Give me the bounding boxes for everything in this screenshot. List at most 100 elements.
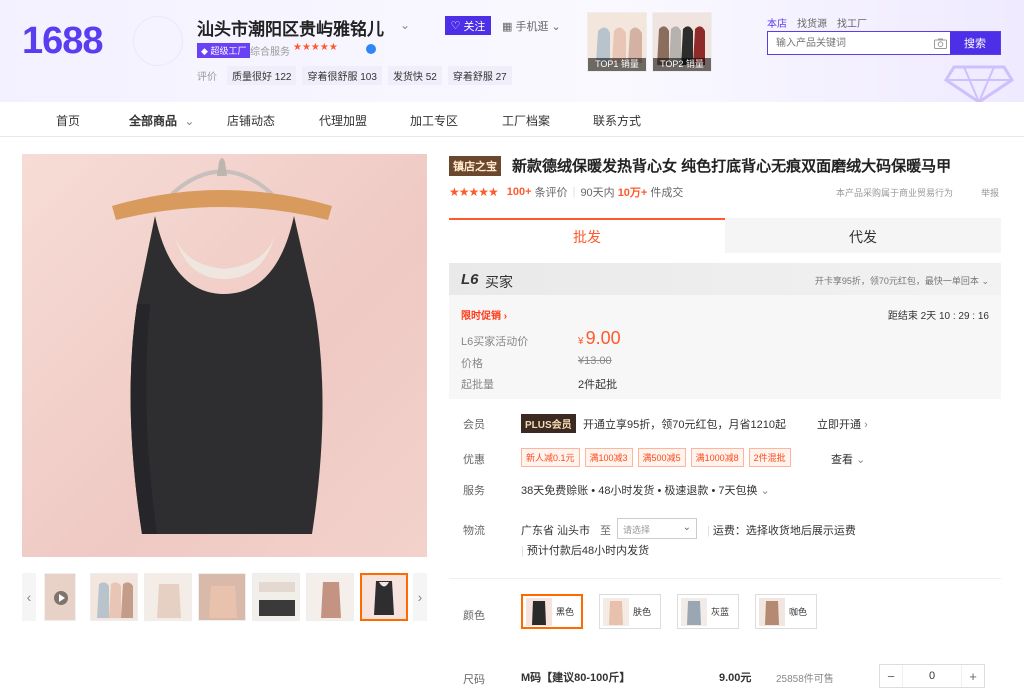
buyer-note: 本产品采购属于商业贸易行为: [836, 188, 954, 198]
quantity-value[interactable]: 0: [902, 665, 962, 687]
search-tab-factory[interactable]: 找工厂: [837, 15, 867, 30]
chevron-right-icon: ›: [503, 311, 508, 322]
logo[interactable]: 1688: [22, 20, 104, 63]
color-name: 咖色: [789, 607, 808, 617]
top-product-1[interactable]: TOP1 销量: [587, 12, 647, 72]
ship-note-text: 预计付款后48小时内发货: [526, 545, 650, 557]
color-option-black[interactable]: 黑色: [521, 594, 583, 629]
color-option-grey-blue[interactable]: 灰蓝: [677, 594, 739, 629]
see-coupons-link[interactable]: 查看 ⌄: [831, 451, 865, 467]
search-button[interactable]: 搜索: [950, 32, 1000, 54]
camera-icon[interactable]: [930, 32, 950, 54]
color-swatch: [603, 597, 629, 626]
shop-header: 1688 汕头市潮阳区贵屿雅铭儿 ⌄ ♡ 关注 ▦ 手机逛 ⌄ ◆ 超级工厂 综…: [0, 0, 1024, 102]
service-text[interactable]: 38天免费赊账 • 48小时发货 • 极速退款 • 7天包换 ⌄: [521, 482, 770, 498]
top-label: TOP1 销量: [588, 58, 646, 71]
thumbnail[interactable]: [252, 573, 300, 621]
buyer-level-text: 买家: [485, 274, 513, 290]
eval-chip[interactable]: 穿着舒服 27: [447, 66, 512, 85]
heart-icon: ♡: [450, 20, 461, 32]
color-option-coffee[interactable]: 咖色: [755, 594, 817, 629]
search-tab-shop[interactable]: 本店: [767, 15, 787, 30]
eval-chip[interactable]: 穿着很舒服 103: [302, 66, 382, 85]
chevron-right-icon: ›: [864, 419, 868, 431]
chevron-down-icon: ⌄: [551, 21, 561, 33]
countdown: 距结束 2天 10 : 29 : 16: [887, 311, 989, 322]
moq-value: 2件起批: [578, 379, 618, 391]
nav-contact[interactable]: 联系方式: [593, 112, 641, 129]
eval-label: 评价: [197, 72, 217, 83]
product-title: 新款德绒保暖发热背心女 纯色打底背心无痕双面磨绒大码保暖马甲: [512, 158, 952, 175]
ship-from: 广东省 汕头市: [521, 525, 591, 537]
search-tab-source[interactable]: 找货源: [797, 15, 827, 30]
nav-home[interactable]: 首页: [56, 112, 80, 129]
size-stock: 25858件可售: [776, 674, 834, 685]
report-link[interactable]: 举报: [981, 186, 999, 199]
region-select[interactable]: 请选择 ⌄: [617, 518, 697, 539]
coupon[interactable]: 2件混批: [748, 448, 791, 467]
coupon[interactable]: 满500减5: [637, 448, 686, 467]
member-text: 开通立享95折，领70元红包，月省1210起: [583, 419, 786, 431]
nav-factory-profile[interactable]: 工厂档案: [502, 112, 550, 129]
plus-member-badge: PLUS会员: [521, 414, 576, 433]
color-option-skin[interactable]: 肤色: [599, 594, 661, 629]
follow-button[interactable]: ♡ 关注: [445, 16, 491, 35]
see-label: 查看: [831, 454, 853, 466]
chevron-right-icon[interactable]: ›: [413, 573, 427, 621]
color-name: 灰蓝: [711, 607, 730, 617]
service-stars: ★★★★★: [293, 42, 338, 53]
top-product-2[interactable]: TOP2 销量: [652, 12, 712, 72]
top-label: TOP2 销量: [653, 58, 711, 71]
thumbnail[interactable]: [306, 573, 354, 621]
eval-chip[interactable]: 发货快 52: [387, 66, 442, 85]
chevron-left-icon[interactable]: ‹: [22, 573, 36, 621]
shop-name[interactable]: 汕头市潮阳区贵屿雅铭儿: [197, 15, 384, 40]
factory-badge: ◆ 超级工厂: [197, 43, 251, 58]
chevron-down-icon[interactable]: ⌄: [400, 18, 410, 32]
eval-chip[interactable]: 质量很好 122: [227, 66, 297, 85]
nav-shop-news[interactable]: 店铺动态: [227, 112, 275, 129]
decorative-diamond-icon: [944, 65, 1014, 102]
main-product-image[interactable]: [22, 154, 427, 557]
color-swatch: [681, 597, 707, 626]
nav-processing[interactable]: 加工专区: [410, 112, 458, 129]
review-count[interactable]: 100+: [507, 186, 532, 198]
coupon-list: 新人减0.1元 满100减3 满500减5 满1000减8 2件混批: [521, 448, 791, 467]
purchase-tabs: 批发 代发: [449, 218, 1001, 253]
search-input[interactable]: [768, 32, 930, 54]
days-label: 90天内: [580, 187, 615, 199]
price-label: 价格: [461, 358, 483, 370]
tab-wholesale[interactable]: 批发: [449, 218, 725, 253]
thumbnail[interactable]: [144, 573, 192, 621]
rating-stars: ★★★★★: [449, 185, 499, 199]
coupon[interactable]: 满100减3: [584, 448, 633, 467]
thumbnail[interactable]: [90, 573, 138, 621]
thumbnail[interactable]: [198, 573, 246, 621]
service-text-value: 38天免费赊账 • 48小时发货 • 极速退款 • 7天包换: [521, 485, 758, 497]
plus-icon[interactable]: +: [962, 665, 984, 687]
coupon[interactable]: 新人减0.1元: [521, 448, 580, 467]
thumbnail-video[interactable]: [44, 573, 76, 621]
size-name: M码【建议80-100斤】: [521, 672, 631, 684]
limited-promo[interactable]: 限时促销 ›: [461, 307, 507, 322]
mobile-link[interactable]: ▦ 手机逛 ⌄: [502, 18, 561, 34]
minus-icon[interactable]: −: [880, 665, 902, 687]
open-member-link[interactable]: 立即开通 ›: [817, 416, 868, 432]
nav-agency[interactable]: 代理加盟: [319, 112, 367, 129]
tab-dropship[interactable]: 代发: [725, 218, 1001, 253]
buyer-level-header[interactable]: L6 买家 开卡享95折，领70元红包，最快一单回本 ⌄: [449, 263, 1001, 295]
ship-to-label: 至: [600, 525, 611, 537]
level-offer: 开卡享95折，领70元红包，最快一单回本 ⌄: [815, 274, 989, 287]
region-placeholder: 请选择: [623, 525, 651, 535]
color-name: 黑色: [556, 607, 575, 617]
promo-label: 限时促销: [461, 311, 501, 322]
thumbnail-selected[interactable]: [360, 573, 408, 621]
moq-label: 起批量: [461, 379, 494, 391]
coupon[interactable]: 满1000减8: [690, 448, 744, 467]
shop-avatar[interactable]: [133, 16, 183, 66]
service-label: 服务: [463, 485, 485, 497]
review-label: 条评价: [534, 187, 568, 199]
chevron-down-icon: ⌄: [856, 454, 866, 466]
nav-all-products[interactable]: 全部商品 ⌄: [129, 112, 194, 129]
sold-label: 件成交: [650, 187, 684, 199]
